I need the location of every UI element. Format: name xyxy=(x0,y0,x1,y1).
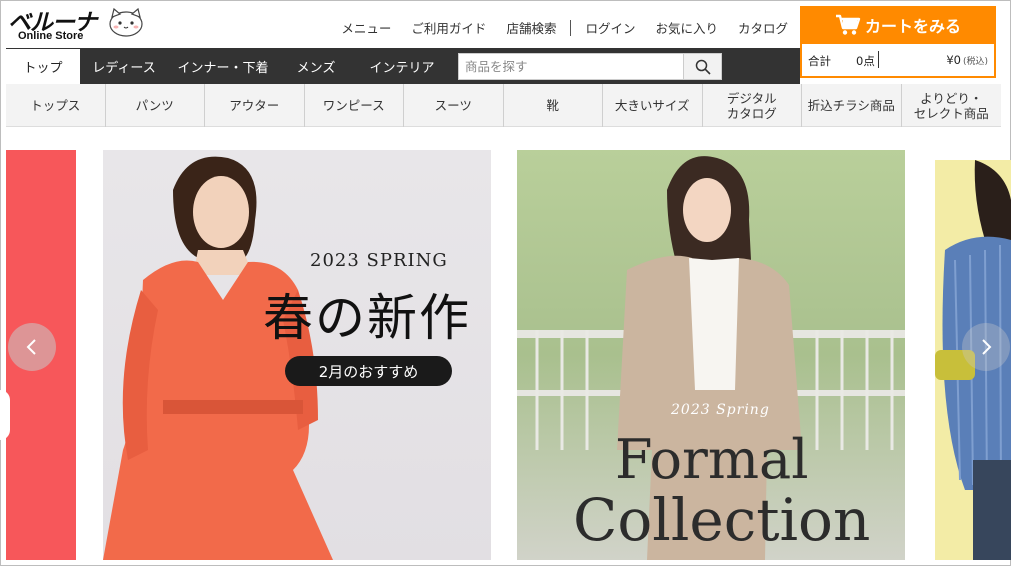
carousel-prev-button[interactable] xyxy=(8,323,56,371)
cart-total-label: 合計 xyxy=(808,54,831,68)
slide-spring-caption: 2023 Spring xyxy=(671,402,770,418)
category-select-items[interactable]: よりどり・ セレクト商品 xyxy=(902,84,1002,127)
nav-tab-mens[interactable]: メンズ xyxy=(278,48,354,84)
category-outer[interactable]: アウター xyxy=(205,84,305,127)
nav-tab-ladies[interactable]: レディース xyxy=(80,48,168,84)
main-category-nav: トップ レディース インナー・下着 メンズ インテリア xyxy=(6,48,800,84)
category-tops[interactable]: トップス xyxy=(6,84,106,127)
nav-store-search-link[interactable]: 店舗検索 xyxy=(506,18,556,37)
nav-menu-link[interactable]: メニュー xyxy=(341,18,391,37)
category-digital-catalog[interactable]: デジタル カタログ xyxy=(703,84,802,127)
carousel-next-button[interactable] xyxy=(962,323,1010,371)
model-photo-coral-dress xyxy=(103,156,333,560)
site-logo[interactable]: ベルーナ Online Store xyxy=(6,3,106,45)
search-button[interactable] xyxy=(683,54,721,79)
hero-carousel: 2023 SPRING 春の新作 2月のおすすめ 2023 Spring For… xyxy=(0,128,1011,566)
category-pants[interactable]: パンツ xyxy=(106,84,205,127)
nav-tab-innerwear[interactable]: インナー・下着 xyxy=(168,48,278,84)
nav-catalog-link[interactable]: カタログ xyxy=(738,18,788,37)
category-large-sizes[interactable]: 大きいサイズ xyxy=(603,84,703,127)
product-search-box xyxy=(458,53,722,80)
slide-recommend-pill: 2月のおすすめ xyxy=(285,356,452,386)
chevron-right-icon xyxy=(982,339,992,355)
view-cart-button[interactable]: カートをみる xyxy=(800,6,996,44)
cart-summary: 合計 0点 ¥0 (税込) xyxy=(800,44,996,78)
cart-button-label: カートをみる xyxy=(864,17,961,36)
category-onepiece[interactable]: ワンピース xyxy=(305,84,404,127)
top-utility-nav: メニュー ご利用ガイド 店舗検索 ログイン お気に入り カタログ xyxy=(321,18,788,37)
carousel-slide-formal-collection[interactable]: 2023 Spring Formal Collection xyxy=(517,150,905,560)
nav-divider xyxy=(570,19,572,36)
category-flyer-items[interactable]: 折込チラシ商品 xyxy=(802,84,902,127)
slide-collection-heading: Collection xyxy=(573,486,871,554)
cart-item-count: 0点 xyxy=(856,54,875,68)
nav-favorites-link[interactable]: お気に入り xyxy=(655,18,718,37)
tax-note: (税込) xyxy=(962,57,988,67)
nav-login-link[interactable]: ログイン xyxy=(585,18,635,37)
slide-year-heading: 2023 SPRING xyxy=(310,250,448,271)
category-shoes[interactable]: 靴 xyxy=(504,84,603,127)
search-input[interactable] xyxy=(459,54,683,79)
nav-tab-top[interactable]: トップ xyxy=(6,48,80,84)
carousel-edge-tab xyxy=(0,390,10,440)
shopping-cart-icon xyxy=(835,14,861,35)
text-cursor xyxy=(878,51,879,68)
nav-guide-link[interactable]: ご利用ガイド xyxy=(411,18,486,37)
search-icon xyxy=(695,59,711,75)
subcategory-bar: トップス パンツ アウター ワンピース スーツ 靴 大きいサイズ デジタル カタ… xyxy=(6,84,1001,127)
cart-amount-wrap: ¥0 (税込) xyxy=(946,53,988,67)
category-suits[interactable]: スーツ xyxy=(404,84,504,127)
logo-subtext: Online Store xyxy=(18,30,84,42)
cart-amount: ¥0 xyxy=(946,53,961,67)
chevron-left-icon xyxy=(26,339,36,355)
cat-mascot-icon xyxy=(109,7,143,37)
carousel-slide-spring-new[interactable]: 2023 SPRING 春の新作 2月のおすすめ xyxy=(103,150,491,560)
nav-tab-interior[interactable]: インテリア xyxy=(354,48,450,84)
slide-title: 春の新作 xyxy=(263,289,471,347)
slide-formal-heading: Formal xyxy=(615,428,809,491)
